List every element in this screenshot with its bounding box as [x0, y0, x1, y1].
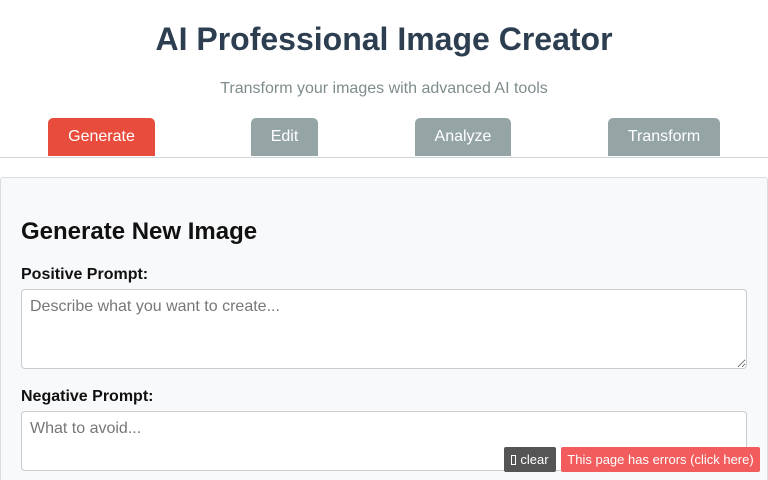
positive-prompt-input[interactable]: [21, 289, 747, 369]
page-errors-button[interactable]: This page has errors (click here): [561, 447, 760, 472]
panel-title: Generate New Image: [21, 218, 258, 245]
tab-bar: Generate Edit Analyze Transform: [0, 118, 768, 158]
app-title: AI Professional Image Creator: [155, 21, 613, 57]
box-icon: [511, 455, 517, 465]
clear-button[interactable]: clear: [504, 447, 556, 472]
page: AI Professional Image Creator Transform …: [0, 0, 768, 480]
tab-generate[interactable]: Generate: [48, 118, 155, 156]
tab-transform[interactable]: Transform: [608, 118, 720, 156]
generate-panel: Generate New Image Positive Prompt: Nega…: [0, 177, 768, 480]
negative-prompt-label: Negative Prompt:: [21, 388, 154, 405]
tab-edit[interactable]: Edit: [251, 118, 318, 156]
positive-prompt-label: Positive Prompt:: [21, 266, 149, 283]
clear-label: clear: [520, 452, 549, 467]
tab-analyze[interactable]: Analyze: [415, 118, 511, 156]
app-subtitle: Transform your images with advanced AI t…: [220, 80, 548, 97]
